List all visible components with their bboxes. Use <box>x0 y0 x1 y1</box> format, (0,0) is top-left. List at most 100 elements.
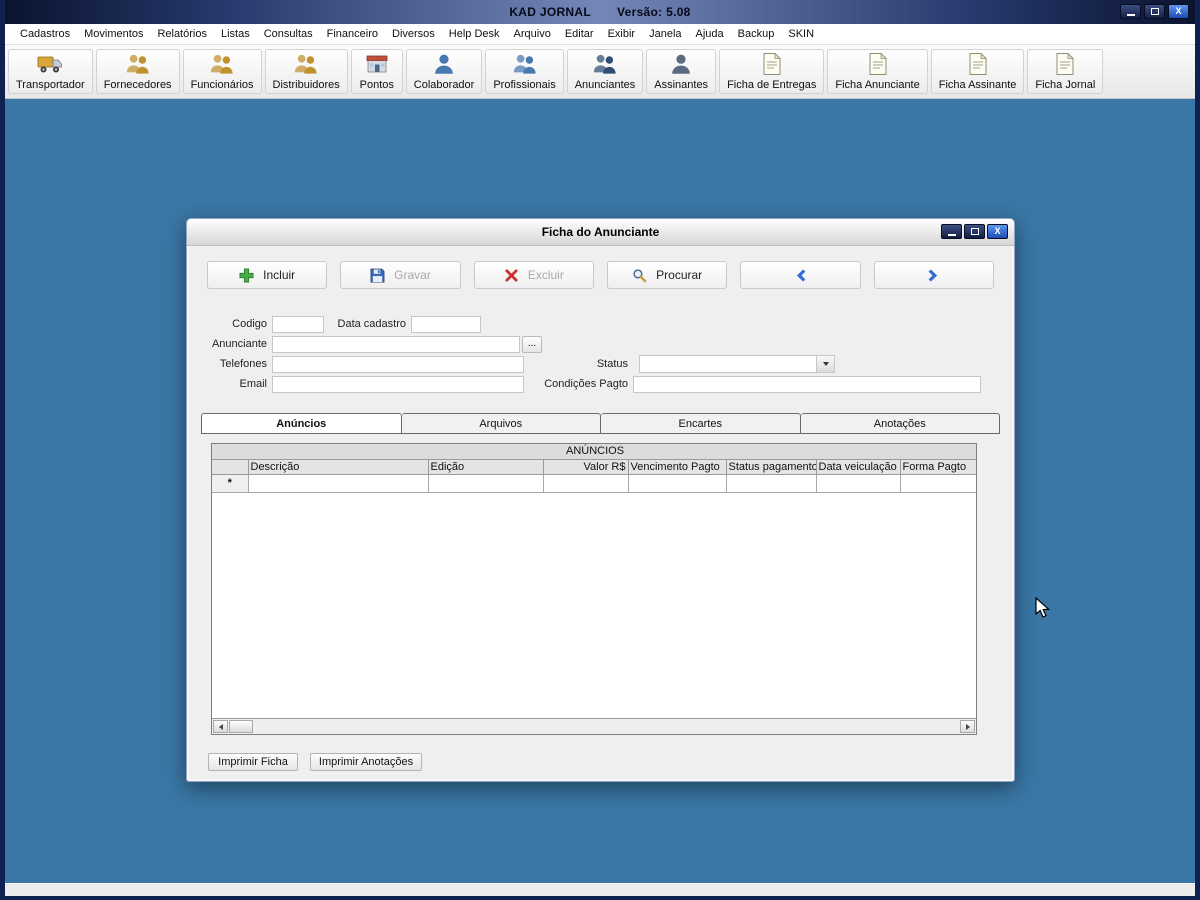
toolbar-button-ficha-jornal[interactable]: Ficha Jornal <box>1027 49 1104 94</box>
maximize-icon <box>1150 8 1159 15</box>
main-toolbar: Transportador Fornecedores Funcionários … <box>5 45 1195 99</box>
menu-item-editar[interactable]: Editar <box>558 28 601 40</box>
telefones-input[interactable] <box>272 355 524 373</box>
procurar-label: Procurar <box>656 268 703 282</box>
truck-icon <box>37 52 63 76</box>
toolbar-button-anunciantes[interactable]: Anunciantes <box>566 49 644 94</box>
tab-anuncios[interactable]: Anúncios <box>201 413 402 434</box>
toolbar-button-ficha-assinante[interactable]: Ficha Assinante <box>930 49 1025 94</box>
record-marker-cell: * <box>212 473 249 493</box>
telefones-label: Telefones <box>219 358 267 370</box>
toolbar-button-profissionais[interactable]: Profissionais <box>485 49 564 94</box>
suppliers-people-icon <box>125 52 151 76</box>
window-controls: X <box>1120 4 1189 19</box>
menu-item-financeiro[interactable]: Financeiro <box>320 28 385 40</box>
column-header-valor[interactable]: Valor R$ <box>542 459 629 475</box>
imprimir-anotacoes-button[interactable]: Imprimir Anotações <box>310 753 422 771</box>
imprimir-ficha-button[interactable]: Imprimir Ficha <box>208 753 298 771</box>
status-label: Status <box>596 358 628 370</box>
data-cadastro-input[interactable] <box>411 315 481 333</box>
scroll-right-button[interactable] <box>960 720 975 733</box>
toolbar-button-pontos[interactable]: Pontos <box>350 49 403 94</box>
advertiser-form-icon <box>865 52 891 76</box>
horizontal-scrollbar[interactable] <box>212 718 976 734</box>
scrollbar-thumb[interactable] <box>229 720 253 733</box>
menu-item-listas[interactable]: Listas <box>214 28 257 40</box>
next-record-button[interactable] <box>873 261 994 289</box>
menu-item-diversos[interactable]: Diversos <box>385 28 442 40</box>
toolbar-button-ficha-de-entregas[interactable]: Ficha de Entregas <box>719 49 825 94</box>
delivery-form-icon <box>759 52 785 76</box>
procurar-button[interactable]: Procurar <box>606 261 728 289</box>
toolbar-button-transportador[interactable]: Transportador <box>8 49 93 94</box>
menu-item-arquivo[interactable]: Arquivo <box>507 28 558 40</box>
codigo-input[interactable] <box>272 315 324 333</box>
menu-item-relatorios[interactable]: Relatórios <box>150 28 214 40</box>
toolbar-button-funcionarios[interactable]: Funcionários <box>182 49 262 94</box>
menu-item-backup[interactable]: Backup <box>731 28 782 40</box>
incluir-label: Incluir <box>263 268 296 282</box>
status-select[interactable] <box>639 355 835 373</box>
anunciante-input[interactable] <box>272 335 520 353</box>
maximize-button[interactable] <box>1144 4 1165 19</box>
tab-encartes[interactable]: Encartes <box>601 413 801 434</box>
scroll-left-button[interactable] <box>213 720 228 733</box>
anunciante-label: Anunciante <box>211 338 267 350</box>
condicoes-pagto-input[interactable] <box>633 375 981 393</box>
column-header-data-veiculacao[interactable]: Data veiculação <box>815 459 901 475</box>
tab-arquivos[interactable]: Arquivos <box>401 413 601 434</box>
menu-item-ajuda[interactable]: Ajuda <box>689 28 731 40</box>
table-row[interactable]: * <box>212 473 976 493</box>
minimize-button[interactable] <box>1120 4 1141 19</box>
cell-data-veiculacao[interactable] <box>815 473 901 493</box>
toolbar-button-assinantes[interactable]: Assinantes <box>646 49 717 94</box>
menu-item-exibir[interactable]: Exibir <box>601 28 643 40</box>
journal-form-icon <box>1052 52 1078 76</box>
toolbar-button-fornecedores[interactable]: Fornecedores <box>95 49 180 94</box>
plus-icon <box>239 268 254 283</box>
grid-header-row: Descrição Edição Valor R$ Vencimento Pag… <box>212 459 976 475</box>
dialog-maximize-button[interactable] <box>964 224 985 239</box>
toolbar-button-distribuidores[interactable]: Distribuidores <box>264 49 348 94</box>
menu-item-cadastros[interactable]: Cadastros <box>13 28 77 40</box>
status-dropdown-button[interactable] <box>816 356 834 372</box>
toolbar-button-colaborador[interactable]: Colaborador <box>405 49 483 94</box>
toolbar-button-ficha-anunciante[interactable]: Ficha Anunciante <box>827 49 928 94</box>
dialog-titlebar[interactable]: Ficha do Anunciante X <box>187 219 1014 246</box>
menu-item-help-desk[interactable]: Help Desk <box>442 28 507 40</box>
cell-status-pagamento[interactable] <box>725 473 817 493</box>
menu-item-movimentos[interactable]: Movimentos <box>77 28 150 40</box>
previous-record-button[interactable] <box>740 261 861 289</box>
anunciante-browse-button[interactable]: ... <box>522 335 542 353</box>
search-icon <box>632 268 647 283</box>
dialog-minimize-button[interactable] <box>941 224 962 239</box>
cell-descricao[interactable] <box>247 473 429 493</box>
employees-people-icon <box>209 52 235 76</box>
incluir-button[interactable]: Incluir <box>207 261 328 289</box>
store-icon <box>364 52 390 76</box>
column-header-status-pagamento[interactable]: Status pagamento <box>725 459 817 475</box>
anuncios-grid: ANÚNCIOS Descrição Edição Valor R$ Venci… <box>211 443 977 735</box>
menu-item-consultas[interactable]: Consultas <box>257 28 320 40</box>
column-header-descricao[interactable]: Descrição <box>247 459 429 475</box>
cell-edicao[interactable] <box>427 473 544 493</box>
cell-forma-pagto[interactable] <box>899 473 976 493</box>
chevron-left-icon <box>793 268 808 283</box>
cell-vencimento-pagto[interactable] <box>627 473 727 493</box>
dialog-close-button[interactable]: X <box>987 224 1008 239</box>
menu-item-janela[interactable]: Janela <box>642 28 688 40</box>
chevron-down-icon <box>822 362 829 366</box>
cell-valor[interactable] <box>542 473 629 493</box>
excluir-button[interactable]: Excluir <box>473 261 594 289</box>
email-input[interactable] <box>272 375 524 393</box>
tab-anotacoes[interactable]: Anotações <box>800 413 1000 434</box>
form-row-codigo: Codigo Data cadastro <box>207 315 481 333</box>
column-header-vencimento-pagto[interactable]: Vencimento Pagto <box>627 459 727 475</box>
gravar-label: Gravar <box>394 268 431 282</box>
gravar-button[interactable]: Gravar <box>340 261 461 289</box>
column-header-forma-pagto[interactable]: Forma Pagto <box>899 459 976 475</box>
column-header-edicao[interactable]: Edição <box>427 459 544 475</box>
menu-item-skin[interactable]: SKIN <box>781 28 821 40</box>
distributors-people-icon <box>293 52 319 76</box>
close-button[interactable]: X <box>1168 4 1189 19</box>
